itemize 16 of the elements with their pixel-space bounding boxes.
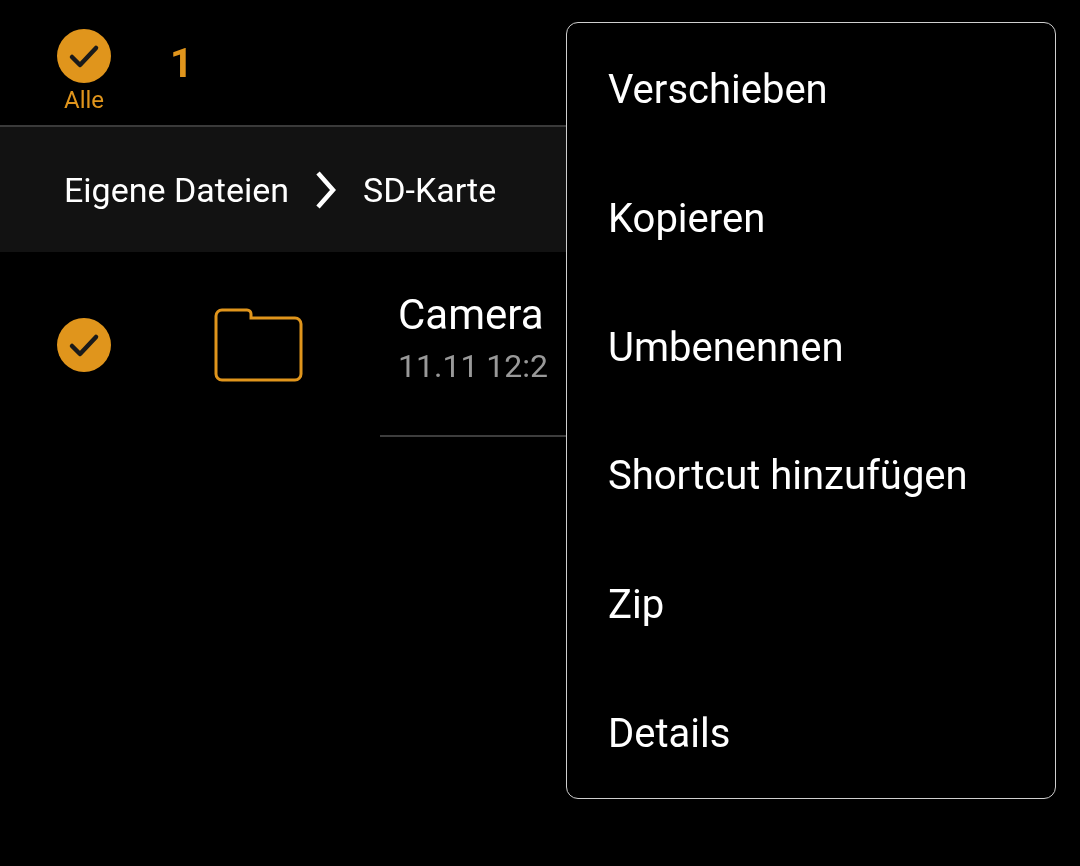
checkbox-checked-icon[interactable] — [56, 316, 112, 373]
file-name: Camera — [398, 290, 545, 339]
file-date: 11.11 12:2 — [398, 347, 548, 385]
menu-item[interactable]: Umbenennen — [567, 282, 1055, 412]
menu-item[interactable]: Verschieben — [567, 25, 1055, 154]
menu-item[interactable]: Zip — [567, 540, 1055, 670]
menu-item[interactable]: Shortcut hinzufügen — [567, 411, 1055, 541]
select-all-label: Alle — [63, 86, 105, 114]
menu-item[interactable]: Kopieren — [567, 153, 1055, 283]
folder-icon — [214, 307, 304, 382]
menu-item[interactable]: Details — [567, 669, 1055, 798]
breadcrumb-item[interactable]: SD-Karte — [363, 169, 497, 210]
checkbox-checked-icon[interactable] — [56, 28, 112, 84]
breadcrumb-item[interactable]: Eigene Dateien — [64, 169, 289, 210]
chevron-right-icon — [315, 169, 337, 210]
selected-count: 1 — [170, 40, 193, 87]
